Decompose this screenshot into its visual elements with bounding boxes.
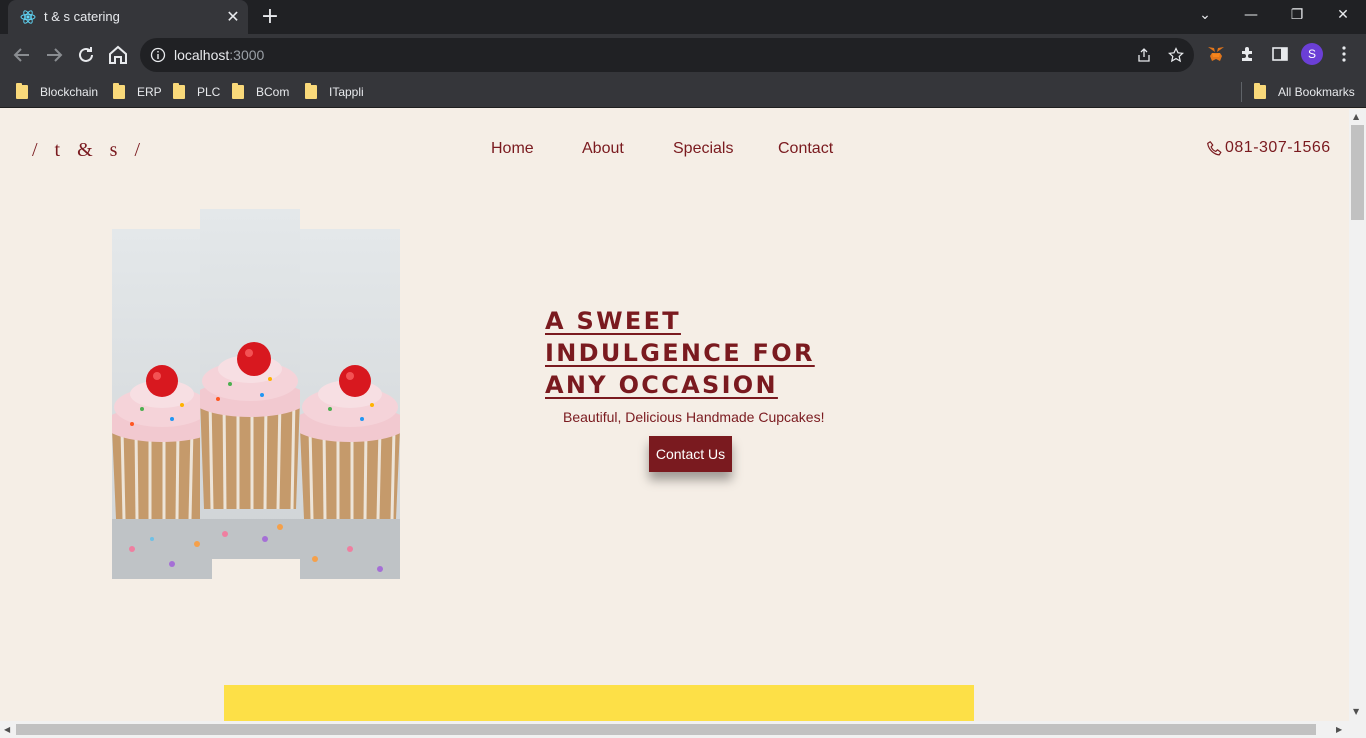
folder-icon <box>113 83 125 99</box>
cupcake-image-center <box>200 209 300 559</box>
all-bookmarks[interactable]: All Bookmarks <box>1254 83 1355 101</box>
nav-home[interactable]: Home <box>491 140 534 158</box>
vertical-scrollbar[interactable]: ▲ ▼ <box>1349 109 1366 721</box>
home-icon[interactable] <box>106 43 130 67</box>
contact-us-button[interactable]: Contact Us <box>649 436 732 472</box>
cupcake-illustration <box>112 229 212 579</box>
close-window-icon[interactable]: ✕ <box>1323 0 1363 30</box>
scroll-right-icon[interactable]: ▶ <box>1336 725 1342 734</box>
bookmark-bcom[interactable]: BCom <box>232 83 289 101</box>
nav-specials[interactable]: Specials <box>673 140 733 158</box>
back-icon[interactable] <box>10 43 34 67</box>
page-viewport: / t & s / Home About Specials Contact 08… <box>0 109 1349 721</box>
share-icon[interactable] <box>1136 47 1152 63</box>
react-icon <box>20 10 36 24</box>
restore-icon[interactable]: ❐ <box>1277 0 1317 30</box>
phone-contact[interactable]: 081-307-1566 <box>1206 139 1331 157</box>
folder-icon <box>1254 83 1266 99</box>
hero-subtitle: Beautiful, Delicious Handmade Cupcakes! <box>563 409 825 425</box>
hero-title: A SWEET INDULGENCE FOR ANY OCCASION <box>545 307 815 399</box>
cupcake-image-left <box>112 229 212 579</box>
nav-contact[interactable]: Contact <box>778 140 833 158</box>
bookmarks-bar: Blockchain ERP PLC BCom ITappli All Book… <box>0 76 1366 108</box>
folder-icon <box>16 83 28 99</box>
bookmark-erp[interactable]: ERP <box>113 83 162 101</box>
vertical-scroll-thumb[interactable] <box>1351 125 1364 220</box>
horizontal-scroll-thumb[interactable] <box>16 724 1316 735</box>
tab-search-icon[interactable]: ⌄ <box>1185 0 1225 30</box>
menu-kebab-icon[interactable] <box>1334 44 1354 64</box>
address-bar[interactable]: localhost:3000 <box>140 38 1194 72</box>
horizontal-scrollbar[interactable]: ◀ ▶ <box>0 721 1366 738</box>
nav-about[interactable]: About <box>582 140 624 158</box>
metamask-fox-icon[interactable] <box>1206 44 1226 64</box>
browser-tab[interactable]: t & s catering ✕ <box>8 0 248 34</box>
cupcake-illustration <box>300 229 400 579</box>
tab-title: t & s catering <box>44 9 120 24</box>
yellow-section-band <box>224 685 974 721</box>
browser-toolbar: localhost:3000 S <box>0 34 1366 76</box>
folder-icon <box>173 83 185 99</box>
profile-avatar[interactable]: S <box>1301 43 1323 65</box>
bookmark-plc[interactable]: PLC <box>173 83 220 101</box>
bookmark-star-icon[interactable] <box>1168 47 1184 63</box>
side-panel-icon[interactable] <box>1270 44 1290 64</box>
site-info-icon[interactable] <box>150 47 166 63</box>
minimize-icon[interactable]: — <box>1231 0 1271 30</box>
tab-strip: t & s catering ✕ + ⌄ — ❐ ✕ <box>0 0 1366 34</box>
folder-icon <box>305 83 317 99</box>
bookmark-blockchain[interactable]: Blockchain <box>16 83 98 101</box>
site-logo[interactable]: / t & s / <box>32 139 146 162</box>
bookmark-itappli[interactable]: ITappli <box>305 83 364 101</box>
phone-number: 081-307-1566 <box>1225 139 1331 156</box>
folder-icon <box>232 83 244 99</box>
extensions-icon[interactable] <box>1238 44 1258 64</box>
url-text: localhost:3000 <box>174 47 265 63</box>
forward-icon[interactable] <box>42 43 66 67</box>
cupcake-illustration <box>200 209 300 559</box>
reload-icon[interactable] <box>74 43 98 67</box>
scroll-up-icon[interactable]: ▲ <box>1353 112 1359 121</box>
scroll-left-icon[interactable]: ◀ <box>4 725 10 734</box>
cupcake-image-right <box>300 229 400 579</box>
scroll-down-icon[interactable]: ▼ <box>1353 707 1359 716</box>
new-tab-icon[interactable]: + <box>258 6 282 28</box>
phone-icon <box>1207 140 1222 155</box>
close-tab-icon[interactable]: ✕ <box>224 8 242 26</box>
bookmarks-divider <box>1241 82 1242 102</box>
